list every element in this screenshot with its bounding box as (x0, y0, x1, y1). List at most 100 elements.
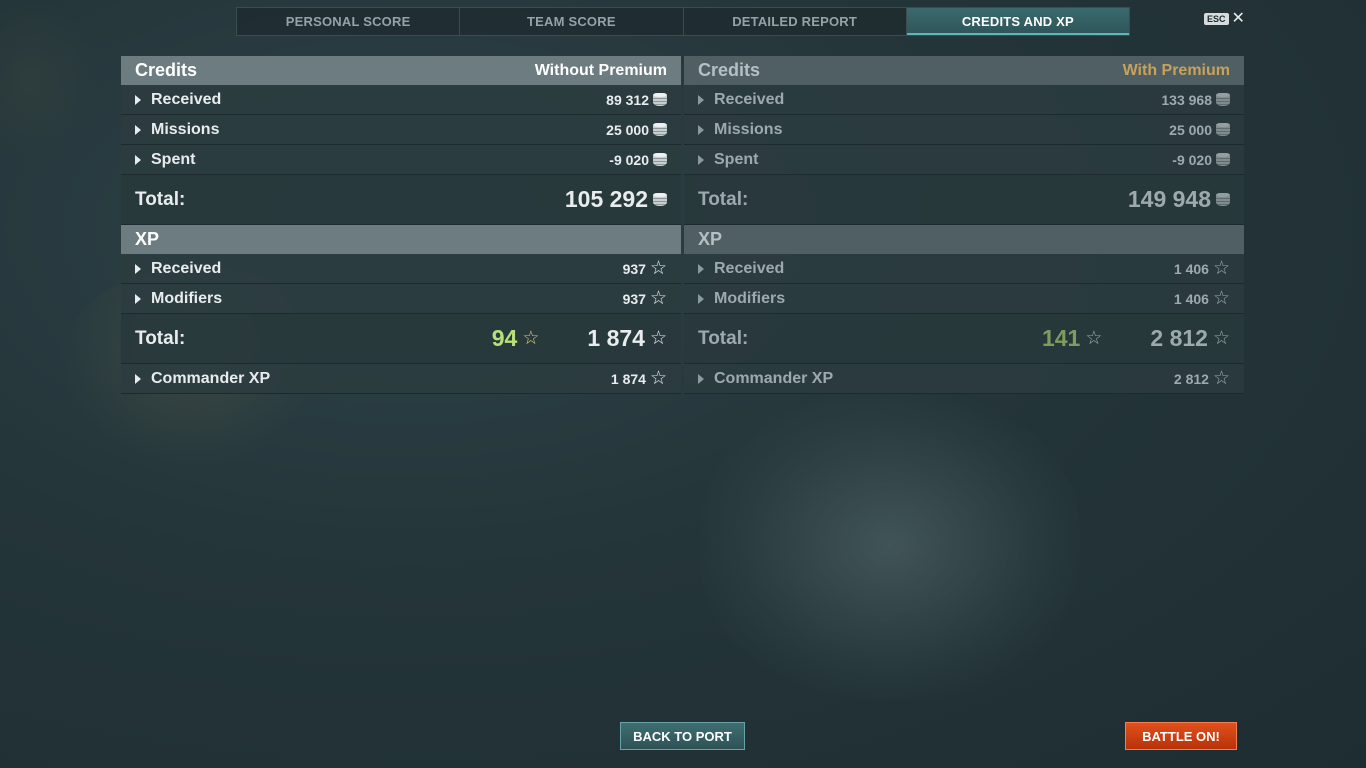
row-label: Commander XP (714, 369, 834, 387)
triangle-right-icon (698, 373, 704, 384)
credits-received-row[interactable]: Received 89 312 (121, 85, 681, 115)
star-icon: ☆ (1085, 328, 1103, 349)
panel-without-premium: Credits Without Premium Received 89 312 … (121, 56, 681, 394)
xp-modifiers-row[interactable]: Modifiers 1 406 ☆ (684, 284, 1244, 314)
credits-missions-row[interactable]: Missions 25 000 (684, 115, 1244, 145)
star-icon: ☆ (649, 368, 667, 389)
tab-credits-and-xp[interactable]: CREDITS AND XP (906, 8, 1129, 35)
triangle-right-icon (135, 94, 141, 105)
credits-header: Credits Without Premium (121, 56, 681, 85)
star-icon: ☆ (522, 328, 540, 349)
xp-header: XP (121, 225, 681, 254)
xp-title: XP (135, 229, 160, 249)
total-label: Total: (698, 327, 749, 349)
xp-title: XP (698, 229, 723, 249)
credits-total-row: Total: 105 292 (121, 175, 681, 225)
silver-coin-icon (1216, 193, 1230, 206)
triangle-right-icon (135, 124, 141, 135)
triangle-right-icon (135, 373, 141, 384)
triangle-right-icon (698, 293, 704, 304)
row-label: Received (151, 259, 222, 277)
credits-total-value: 149 948 (1127, 186, 1211, 212)
star-icon: ☆ (649, 258, 667, 279)
credits-total-row: Total: 149 948 (684, 175, 1244, 225)
xp-total-row: Total: 94 ☆ 1 874 ☆ (121, 314, 681, 364)
close-icon: ✕ (1231, 10, 1245, 27)
row-label: Received (714, 90, 785, 108)
xp-total-value: 2 812 (1150, 325, 1208, 351)
triangle-right-icon (698, 124, 704, 135)
row-label: Spent (151, 150, 196, 168)
total-label: Total: (698, 188, 749, 210)
row-label: Modifiers (151, 289, 223, 307)
commander-xp-row[interactable]: Commander XP 1 874 ☆ (121, 364, 681, 394)
battle-on-button[interactable]: BATTLE ON! (1125, 722, 1237, 750)
credits-spent-row[interactable]: Spent -9 020 (684, 145, 1244, 175)
credits-missions-row[interactable]: Missions 25 000 (121, 115, 681, 145)
silver-coin-icon (1216, 93, 1230, 106)
triangle-right-icon (135, 154, 141, 165)
row-label: Received (151, 90, 222, 108)
triangle-right-icon (698, 154, 704, 165)
credits-received-row[interactable]: Received 133 968 (684, 85, 1244, 115)
triangle-right-icon (135, 293, 141, 304)
total-label: Total: (135, 327, 186, 349)
star-icon: ☆ (649, 328, 667, 349)
silver-coin-icon (653, 153, 667, 166)
row-value: 25 000 (606, 121, 649, 138)
xp-header: XP (684, 225, 1244, 254)
back-to-port-button[interactable]: BACK TO PORT (620, 722, 745, 750)
tab-detailed-report[interactable]: DETAILED REPORT (684, 8, 907, 35)
credits-spent-row[interactable]: Spent -9 020 (121, 145, 681, 175)
background-island-top-left (0, 0, 100, 160)
silver-coin-icon (1216, 153, 1230, 166)
xp-total-row: Total: 141 ☆ 2 812 ☆ (684, 314, 1244, 364)
with-premium-label: With Premium (1122, 61, 1230, 79)
tab-personal-score[interactable]: PERSONAL SCORE (237, 8, 461, 35)
star-icon: ☆ (1212, 258, 1230, 279)
row-value: -9 020 (609, 151, 649, 168)
silver-coin-icon (653, 193, 667, 206)
row-value: 1 874 (610, 370, 646, 387)
star-icon: ☆ (649, 288, 667, 309)
credits-title: Credits (135, 60, 198, 80)
row-value: 1 406 (1173, 260, 1209, 277)
esc-key-label: ESC (1204, 13, 1229, 25)
row-label: Missions (151, 120, 220, 138)
total-label: Total: (135, 188, 186, 210)
star-icon: ☆ (1212, 328, 1230, 349)
row-label: Commander XP (151, 369, 271, 387)
row-label: Spent (714, 150, 759, 168)
row-value: 1 406 (1173, 290, 1209, 307)
background-cloud (700, 390, 1080, 700)
xp-modifiers-row[interactable]: Modifiers 937 ☆ (121, 284, 681, 314)
xp-bonus-value: 141 (1041, 325, 1081, 351)
row-value: -9 020 (1172, 151, 1212, 168)
row-value: 937 (622, 290, 646, 307)
tab-team-score[interactable]: TEAM SCORE (460, 8, 684, 35)
row-label: Modifiers (714, 289, 786, 307)
row-value: 25 000 (1169, 121, 1212, 138)
commander-xp-row[interactable]: Commander XP 2 812 ☆ (684, 364, 1244, 394)
star-icon: ☆ (1212, 288, 1230, 309)
triangle-right-icon (698, 263, 704, 274)
row-value: 2 812 (1173, 370, 1209, 387)
esc-close-button[interactable]: ESC ✕ (1204, 10, 1245, 27)
credits-title: Credits (698, 60, 761, 80)
xp-received-row[interactable]: Received 937 ☆ (121, 254, 681, 284)
xp-received-row[interactable]: Received 1 406 ☆ (684, 254, 1244, 284)
credits-header: Credits With Premium (684, 56, 1244, 85)
row-label: Received (714, 259, 785, 277)
silver-coin-icon (1216, 123, 1230, 136)
triangle-right-icon (135, 263, 141, 274)
credits-total-value: 105 292 (564, 186, 648, 212)
row-label: Missions (714, 120, 783, 138)
row-value: 89 312 (606, 91, 649, 108)
panel-with-premium: Credits With Premium Received 133 968 Mi… (684, 56, 1244, 394)
without-premium-label: Without Premium (534, 61, 667, 79)
silver-coin-icon (653, 93, 667, 106)
row-value: 133 968 (1161, 91, 1212, 108)
triangle-right-icon (698, 94, 704, 105)
row-value: 937 (622, 260, 646, 277)
xp-total-value: 1 874 (587, 325, 645, 351)
